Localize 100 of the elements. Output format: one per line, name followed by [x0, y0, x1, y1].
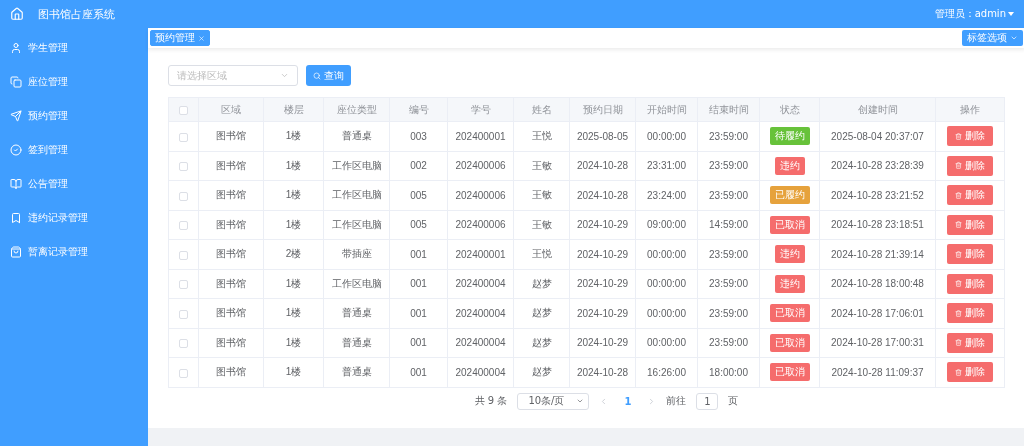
column-header: 预约日期	[569, 97, 636, 122]
table-cell: 23:31:00	[635, 151, 698, 181]
table-cell: 图书馆	[198, 210, 264, 240]
table-cell: 赵梦	[513, 328, 570, 358]
status-tag: 已取消	[769, 304, 810, 323]
sidebar-item[interactable]: 预约管理	[0, 99, 148, 133]
table-cell: 赵梦	[513, 298, 570, 328]
table-cell: 001	[389, 328, 448, 358]
status-tag: 待履约	[769, 127, 810, 146]
table-cell: 带插座	[323, 239, 390, 269]
table-cell: 16:26:00	[635, 357, 698, 387]
column-header: 区域	[198, 97, 264, 122]
table-cell: 202400004	[447, 328, 514, 358]
column-header: 结束时间	[697, 97, 760, 122]
table-cell: 202400004	[447, 298, 514, 328]
page-number[interactable]: 1	[618, 395, 638, 407]
table-cell: 003	[389, 121, 448, 151]
table-cell: 图书馆	[198, 180, 264, 210]
table-cell: 202400004	[447, 269, 514, 299]
table-cell: 工作区电脑	[323, 180, 390, 210]
column-header: 学号	[447, 97, 514, 122]
table-cell: 2025-08-05	[569, 121, 636, 151]
table-cell: 202400004	[447, 357, 514, 387]
table-cell: 202400006	[447, 210, 514, 240]
table-cell: 1楼	[263, 121, 324, 151]
table-cell: 1楼	[263, 357, 324, 387]
table-cell: 23:59:00	[697, 298, 760, 328]
table-cell: 2024-10-28 17:00:31	[819, 328, 936, 358]
delete-button[interactable]: 删除	[947, 303, 993, 324]
table-cell: 2楼	[263, 239, 324, 269]
table-cell: 202400001	[447, 121, 514, 151]
sidebar-item[interactable]: 暂离记录管理	[0, 235, 148, 269]
table-cell: 23:59:00	[697, 269, 760, 299]
table-cell: 1楼	[263, 328, 324, 358]
delete-button[interactable]: 删除	[947, 362, 993, 383]
delete-button[interactable]: 删除	[947, 332, 993, 353]
table-cell: 2024-10-28 18:00:48	[819, 269, 936, 299]
total-count: 共 9 条	[474, 394, 508, 408]
page-input[interactable]: 1	[696, 392, 719, 410]
table-cell: 图书馆	[198, 239, 264, 269]
tab-options-button[interactable]: 标签选项	[962, 30, 1023, 46]
status-tag: 违约	[774, 245, 805, 264]
table-cell: 1楼	[263, 151, 324, 181]
app-title: 图书馆占座系统	[38, 6, 115, 22]
user-menu[interactable]: 管理员：admin	[934, 7, 1014, 21]
area-select[interactable]: 请选择区域	[168, 65, 298, 86]
delete-button[interactable]: 删除	[947, 214, 993, 235]
status-tag: 已履约	[769, 186, 810, 205]
sidebar-item[interactable]: 签到管理	[0, 133, 148, 167]
column-header: 楼层	[263, 97, 324, 122]
delete-button[interactable]: 删除	[947, 155, 993, 176]
column-header: 操作	[935, 97, 1005, 122]
sidebar-item[interactable]: 公告管理	[0, 167, 148, 201]
table-cell: 普通桌	[323, 121, 390, 151]
table-cell: 2024-10-29	[569, 269, 636, 299]
table-cell: 2024-10-28	[569, 151, 636, 181]
table-cell: 14:59:00	[697, 210, 760, 240]
table-cell: 001	[389, 269, 448, 299]
table-cell: 23:59:00	[697, 121, 760, 151]
table-cell: 23:24:00	[635, 180, 698, 210]
table-cell: 工作区电脑	[323, 151, 390, 181]
page-size-select[interactable]: 10条/页	[517, 392, 590, 410]
sidebar-item[interactable]: 座位管理	[0, 65, 148, 99]
table-cell: 王悦	[513, 121, 570, 151]
table-cell: 23:59:00	[697, 151, 760, 181]
table-cell: 2024-10-28 11:09:37	[819, 357, 936, 387]
delete-button[interactable]: 删除	[947, 244, 993, 265]
table-cell: 002	[389, 151, 448, 181]
table-cell: 00:00:00	[635, 269, 698, 299]
table-cell: 005	[389, 210, 448, 240]
tab[interactable]: 预约管理	[150, 30, 210, 46]
status-tag: 已取消	[769, 333, 810, 352]
table-cell: 2024-10-28 17:06:01	[819, 298, 936, 328]
table-cell: 普通桌	[323, 328, 390, 358]
delete-button[interactable]: 删除	[947, 273, 993, 294]
sidebar-item[interactable]: 违约记录管理	[0, 201, 148, 235]
table-cell: 赵梦	[513, 357, 570, 387]
table-cell: 2024-10-29	[569, 298, 636, 328]
table-cell: 图书馆	[198, 151, 264, 181]
table-cell: 图书馆	[198, 357, 264, 387]
table-cell: 2024-10-28 21:39:14	[819, 239, 936, 269]
table-cell: 23:59:00	[697, 239, 760, 269]
table-cell: 图书馆	[198, 121, 264, 151]
delete-button[interactable]: 删除	[947, 126, 993, 147]
table-cell: 工作区电脑	[323, 269, 390, 299]
column-header: 开始时间	[635, 97, 698, 122]
search-button[interactable]: 查询	[306, 65, 351, 86]
table-cell: 001	[389, 298, 448, 328]
table-cell: 王敏	[513, 210, 570, 240]
table-cell: 00:00:00	[635, 239, 698, 269]
table-cell: 202400006	[447, 151, 514, 181]
sidebar-item[interactable]: 学生管理	[0, 31, 148, 65]
table-cell: 2024-10-29	[569, 210, 636, 240]
delete-button[interactable]: 删除	[947, 185, 993, 206]
table-cell: 2025-08-04 20:37:07	[819, 121, 936, 151]
table-cell: 2024-10-28	[569, 357, 636, 387]
table-cell: 1楼	[263, 180, 324, 210]
table-cell: 202400001	[447, 239, 514, 269]
table-cell: 王敏	[513, 180, 570, 210]
goto-label: 前往	[666, 394, 687, 408]
